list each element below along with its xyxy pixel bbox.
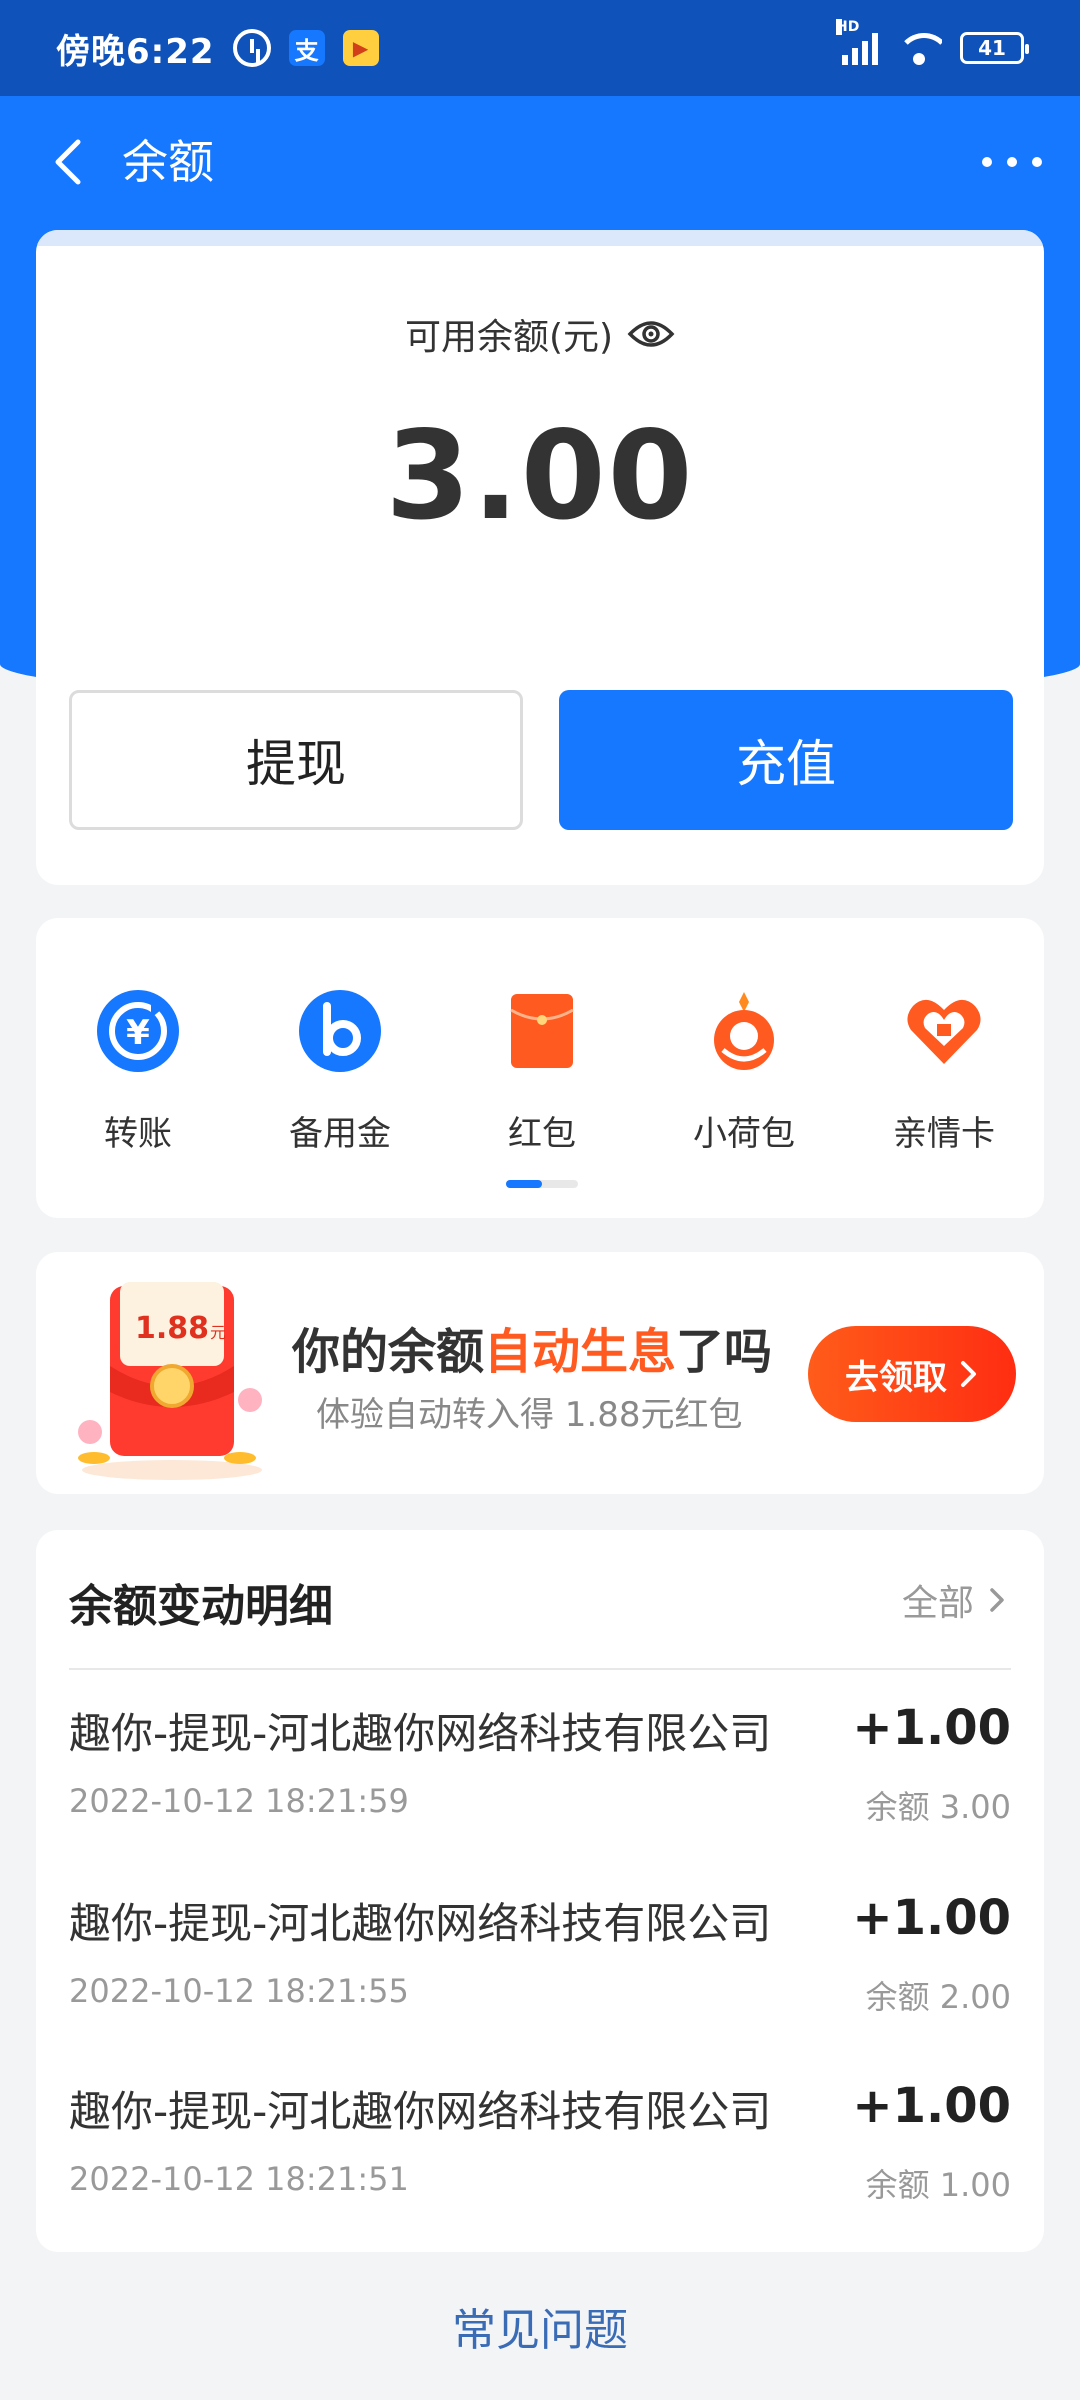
- balance-detail-card: 余额变动明细 全部 趣你-提现-河北趣你网络科技有限公司 2022-10-12 …: [36, 1530, 1044, 2252]
- balance-card: 可用余额(元) 3.00 提现 充值: [36, 230, 1044, 885]
- red-envelope-illustration: 1.88 元: [78, 1282, 262, 1480]
- shortcut-label: 转账: [104, 1114, 172, 1154]
- balance-label-row: 可用余额(元): [36, 308, 1044, 360]
- promo-subtitle: 体验自动转入得 1.88元红包: [316, 1395, 743, 1435]
- nav-bar: 余额: [0, 96, 1080, 228]
- transaction-row[interactable]: 趣你-提现-河北趣你网络科技有限公司 2022-10-12 18:21:59 +…: [69, 1670, 1011, 1840]
- chevron-left-icon: [55, 139, 81, 185]
- promo-title-highlight: 自动生息: [484, 1324, 677, 1380]
- balance-label: 可用余额(元): [404, 317, 614, 358]
- red-packet-icon: [510, 994, 574, 1068]
- app-notification-icon: ▶: [342, 30, 379, 66]
- reserve-fund-icon: [299, 990, 381, 1072]
- view-all-link[interactable]: 全部: [902, 1574, 1006, 1626]
- status-time: 傍晚6:22: [56, 31, 215, 72]
- transaction-title: 趣你-提现-河北趣你网络科技有限公司: [69, 1709, 772, 1758]
- page-title: 余额: [122, 135, 214, 189]
- promo-card[interactable]: 1.88 元 你的余额自动生息了吗 体验自动转入得 1.88元红包 去领取: [36, 1252, 1044, 1494]
- view-all-label: 全部: [901, 1583, 974, 1624]
- withdraw-button[interactable]: 提现: [69, 690, 523, 830]
- transaction-amount: +1.00: [852, 1700, 1011, 1756]
- more-dot-icon: [982, 157, 992, 167]
- chevron-right-icon: [990, 1588, 1004, 1612]
- shortcut-red-packet[interactable]: 红包: [442, 988, 642, 1155]
- small-purse-icon: [714, 992, 774, 1070]
- signal-icon: HD: [836, 19, 878, 65]
- transaction-row[interactable]: 趣你-提现-河北趣你网络科技有限公司 2022-10-12 18:21:55 +…: [69, 1860, 1011, 2030]
- promo-title-before: 你的余额: [292, 1324, 485, 1380]
- balance-amount: 3.00: [385, 405, 695, 547]
- promo-image-amount: 1.88: [135, 1311, 209, 1346]
- chevron-right-icon: [961, 1361, 976, 1387]
- shortcut-label: 亲情卡: [893, 1114, 995, 1154]
- transaction-time: 2022-10-12 18:21:59: [69, 1782, 409, 1820]
- promo-title: 你的余额自动生息了吗: [292, 1312, 772, 1382]
- claim-button[interactable]: 去领取: [808, 1326, 1016, 1422]
- more-options-button[interactable]: [982, 132, 1042, 192]
- status-bar: 傍晚6:22 支 ▶ HD 41: [0, 0, 1080, 96]
- transaction-amount: +1.00: [852, 1890, 1011, 1946]
- detail-title: 余额变动明细: [69, 1581, 333, 1632]
- shortcut-transfer[interactable]: ¥ 转账: [38, 988, 238, 1155]
- transaction-balance: 余额 2.00: [865, 1978, 1011, 2016]
- shortcut-label: 备用金: [289, 1114, 391, 1154]
- transaction-amount: +1.00: [852, 2078, 1011, 2134]
- page-indicator: [506, 1180, 578, 1188]
- family-card-icon: [907, 999, 981, 1064]
- transaction-time: 2022-10-12 18:21:55: [69, 1972, 409, 2010]
- shortcut-reserve-fund[interactable]: 备用金: [240, 988, 440, 1155]
- shortcut-label: 红包: [508, 1114, 576, 1154]
- transaction-balance: 余额 3.00: [865, 1788, 1011, 1826]
- shortcut-label: 小荷包: [693, 1114, 795, 1154]
- wifi-icon: [896, 31, 942, 65]
- alarm-icon: [232, 29, 271, 67]
- transaction-balance: 余额 1.00: [865, 2166, 1011, 2204]
- transfer-icon: ¥: [97, 990, 179, 1072]
- alipay-icon: 支: [288, 30, 325, 66]
- transaction-row[interactable]: 趣你-提现-河北趣你网络科技有限公司 2022-10-12 18:21:51 +…: [69, 2048, 1011, 2218]
- recharge-button[interactable]: 充值: [559, 690, 1013, 830]
- claim-button-label: 去领取: [845, 1357, 947, 1398]
- svg-text:¥: ¥: [126, 1013, 150, 1053]
- shortcut-family-card[interactable]: 亲情卡: [844, 988, 1044, 1155]
- transaction-time: 2022-10-12 18:21:51: [69, 2160, 409, 2198]
- shortcuts-card: ¥ 转账 备用金 红包 小荷包 亲情卡: [36, 918, 1044, 1218]
- faq-link[interactable]: 常见问题: [0, 2294, 1080, 2358]
- more-dot-icon: [1032, 157, 1042, 167]
- back-button[interactable]: [40, 132, 100, 192]
- promo-title-after: 了吗: [676, 1324, 773, 1380]
- shortcut-small-purse[interactable]: 小荷包: [644, 988, 844, 1155]
- transaction-title: 趣你-提现-河北趣你网络科技有限公司: [69, 1899, 772, 1948]
- transaction-title: 趣你-提现-河北趣你网络科技有限公司: [69, 2087, 772, 2136]
- battery-icon: 41: [960, 32, 1029, 64]
- card-top-strip: [36, 230, 1044, 246]
- more-dot-icon: [1007, 157, 1017, 167]
- promo-image-unit: 元: [210, 1323, 226, 1342]
- eye-icon[interactable]: [627, 316, 675, 352]
